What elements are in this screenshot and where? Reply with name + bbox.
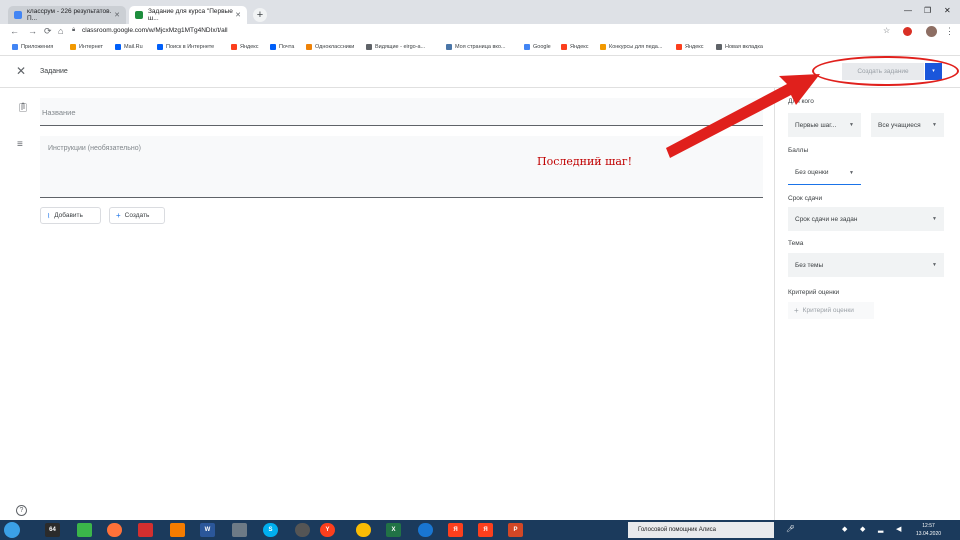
arrow-shape (666, 74, 820, 158)
yandex-icon[interactable]: Я (478, 523, 493, 537)
firefox-icon[interactable] (107, 523, 122, 537)
network-icon[interactable]: ▂ (878, 525, 883, 533)
taskbar: 64 W S Y X Я Я P Голосовой помощник Алис… (0, 520, 960, 540)
start-icon[interactable] (4, 522, 20, 538)
annotation-text: Последний шаг! (537, 155, 633, 168)
skype-icon[interactable]: S (263, 523, 278, 537)
media-icon[interactable] (170, 523, 185, 537)
messenger-icon[interactable] (77, 523, 92, 537)
alisa-voice-assistant[interactable]: Голосовой помощник Алиса (628, 522, 774, 538)
excel-icon[interactable]: X (386, 523, 401, 537)
sound-icon[interactable] (232, 523, 247, 537)
yandex-icon[interactable]: Я (448, 523, 463, 537)
tray-icon[interactable]: ◆ (842, 525, 847, 533)
pdf-icon[interactable] (138, 523, 153, 537)
mic-icon[interactable]: 🎤︎ (786, 525, 795, 533)
app-64-icon[interactable]: 64 (45, 523, 60, 537)
bluetooth-icon[interactable] (418, 523, 433, 537)
volume-icon[interactable]: ◀ (896, 525, 901, 533)
annotation-arrow (666, 74, 820, 158)
yandex-icon[interactable]: Y (320, 523, 335, 537)
chrome-icon[interactable] (356, 523, 371, 537)
app-icon[interactable] (295, 523, 310, 537)
word-icon[interactable]: W (200, 523, 215, 537)
powerpoint-icon[interactable]: P (508, 523, 523, 537)
tray-icon[interactable]: ◆ (860, 525, 865, 533)
clock[interactable]: 12:57 13.04.2020 (916, 522, 941, 538)
